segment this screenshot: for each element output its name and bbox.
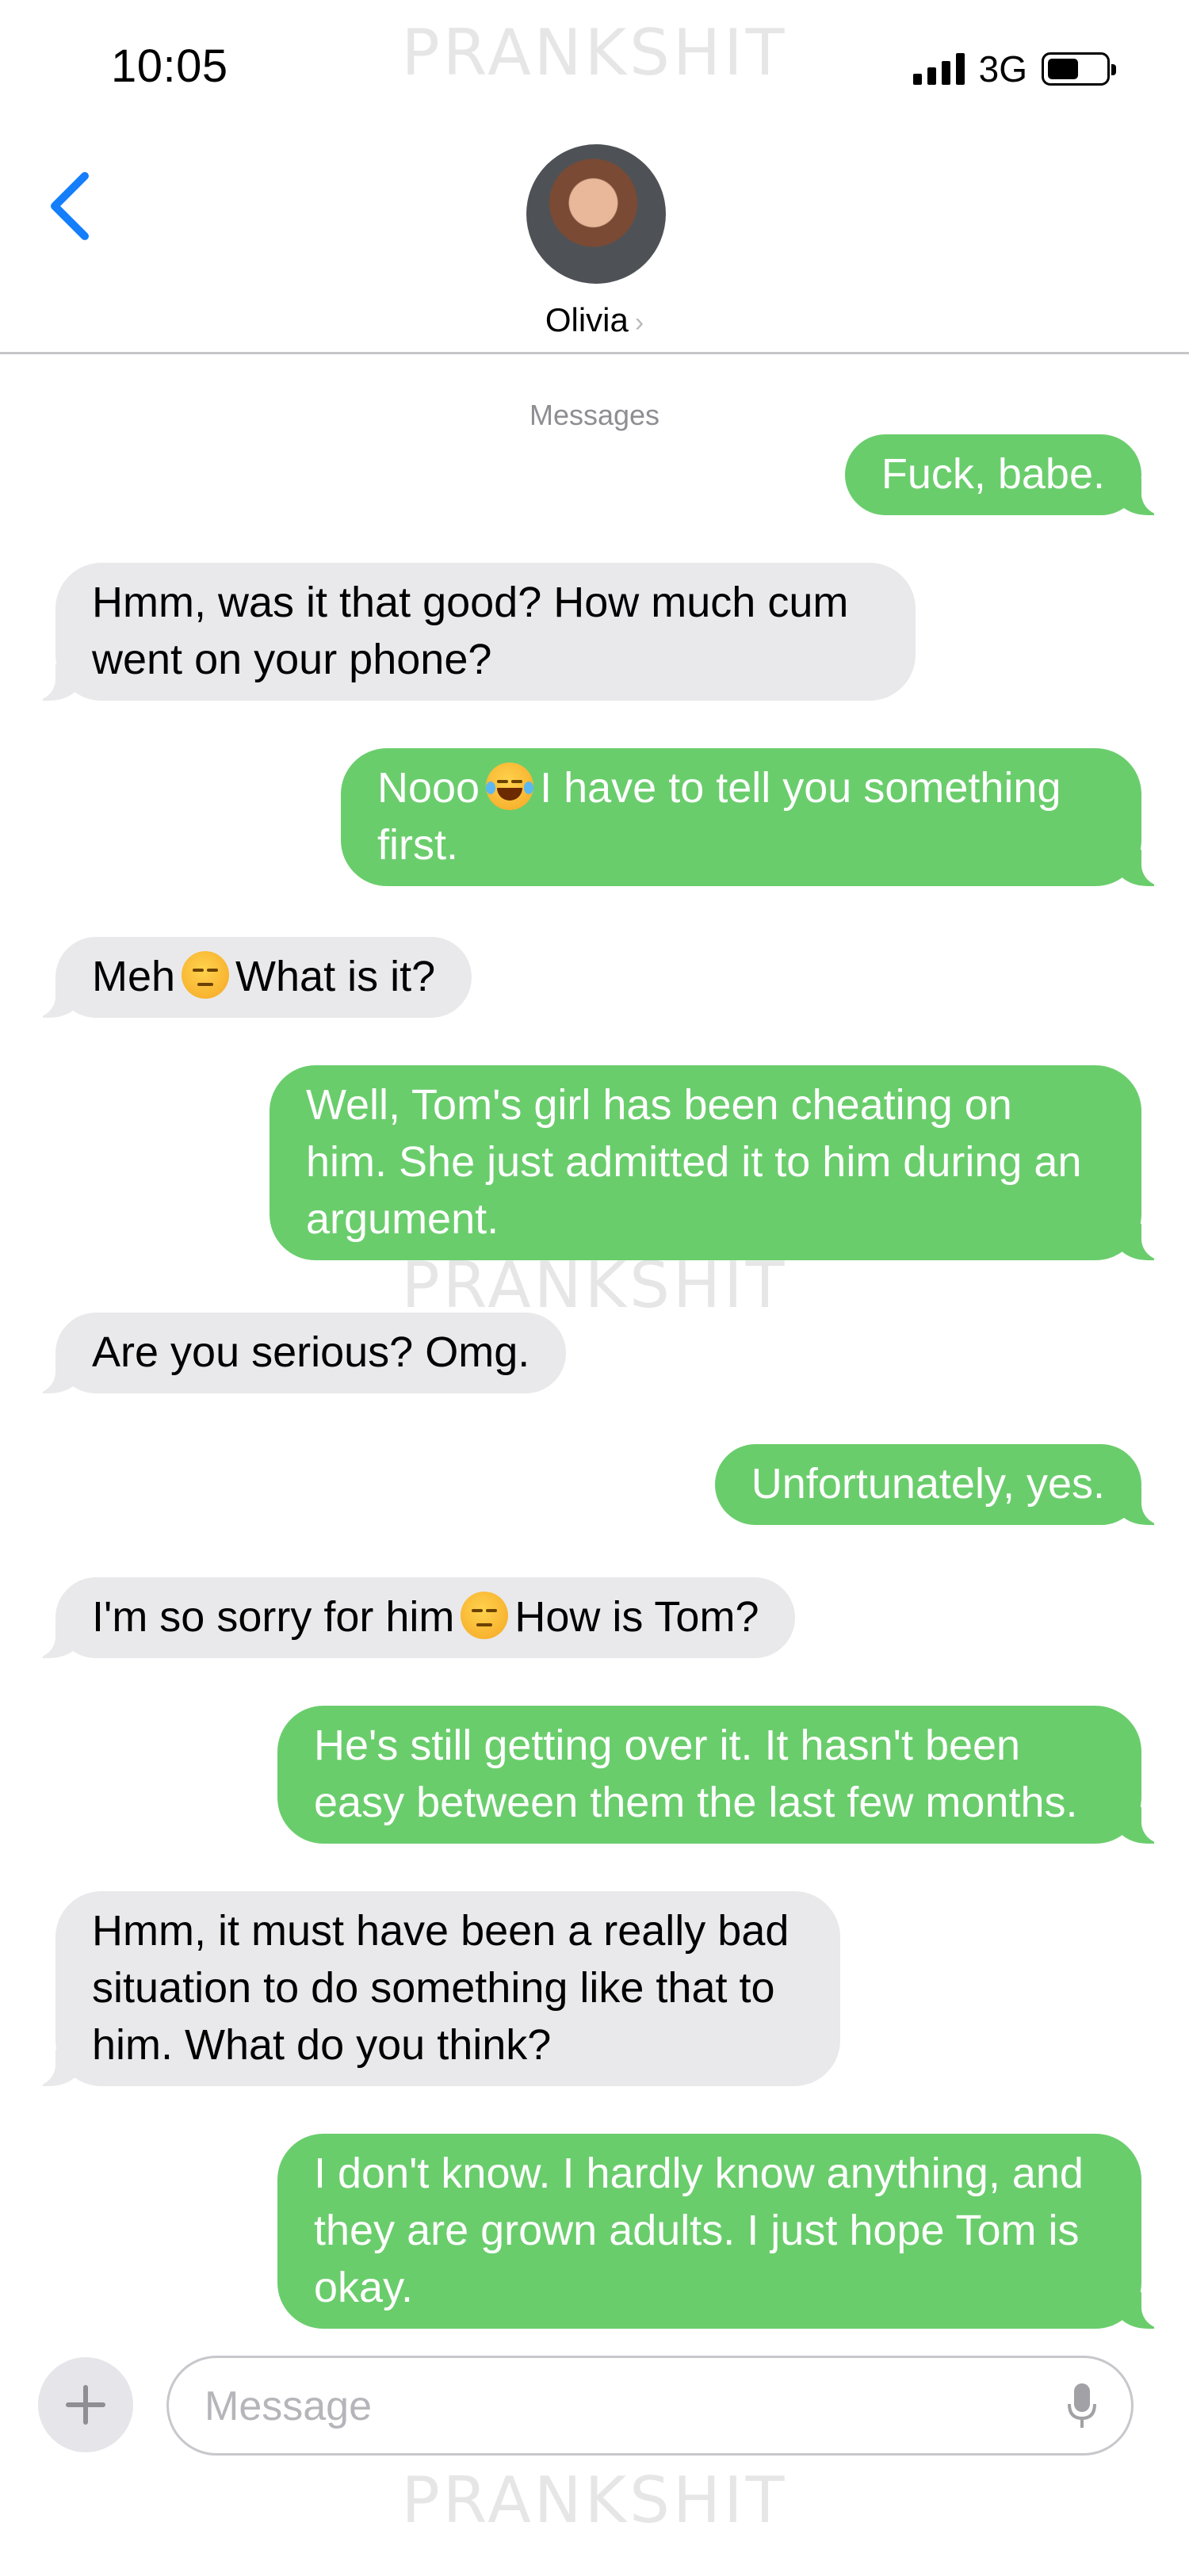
add-attachment-button[interactable]: [38, 2357, 133, 2452]
message-text: Fuck, babe.: [881, 450, 1105, 498]
header-divider: [0, 352, 1189, 354]
contact-name: Olivia: [545, 301, 629, 338]
message-text: Hmm, it must have been a really bad situ…: [92, 1907, 789, 2069]
message-input-container[interactable]: [166, 2356, 1134, 2456]
message-text: Unfortunately, yes.: [751, 1460, 1105, 1508]
message-bubble-outgoing[interactable]: I don't know. I hardly know anything, an…: [277, 2134, 1173, 2329]
contact-avatar[interactable]: [526, 144, 666, 284]
network-type: 3G: [978, 48, 1027, 90]
contact-name-button[interactable]: Olivia ›: [0, 301, 1189, 339]
message-bubble-outgoing[interactable]: Nooo I have to tell you something first.: [341, 748, 1173, 887]
plus-icon: [66, 2385, 105, 2425]
chevron-right-icon: ›: [634, 308, 644, 338]
pensive-face-icon: [182, 951, 230, 999]
pensive-face-icon: [461, 1592, 509, 1639]
face-with-tears-of-joy-icon: [486, 762, 534, 810]
message-text: Hmm, was it that good? How much cum went…: [92, 579, 849, 683]
message-text: Well, Tom's girl has been cheating on hi…: [306, 1081, 1082, 1243]
message-text: Meh: [92, 953, 176, 1000]
microphone-icon[interactable]: [1066, 2382, 1098, 2431]
battery-icon: [1042, 52, 1116, 86]
message-input[interactable]: [205, 2379, 997, 2434]
status-indicators: 3G: [912, 48, 1116, 90]
message-bubble-outgoing[interactable]: Well, Tom's girl has been cheating on hi…: [270, 1065, 1173, 1261]
cellular-signal-icon: [912, 53, 965, 85]
message-text: I don't know. I hardly know anything, an…: [314, 2150, 1084, 2311]
message-text: Nooo: [377, 764, 480, 812]
message-bubble-incoming[interactable]: Hmm, it must have been a really bad situ…: [24, 1891, 840, 2087]
message-bubble-incoming[interactable]: Are you serious? Omg.: [23, 1313, 567, 1394]
message-bubble-outgoing[interactable]: Fuck, babe.: [844, 434, 1174, 516]
message-text: He's still getting over it. It hasn't be…: [314, 1722, 1078, 1826]
message-text: I have to tell you something first.: [377, 764, 1061, 869]
message-text: What is it?: [235, 953, 436, 1000]
status-time: 10:05: [111, 40, 228, 92]
message-bubble-outgoing[interactable]: He's still getting over it. It hasn't be…: [277, 1706, 1173, 1844]
chevron-left-icon: [51, 172, 89, 240]
message-text: I'm so sorry for him: [92, 1593, 455, 1641]
service-label: Messages: [529, 399, 660, 431]
message-text: Are you serious? Omg.: [92, 1328, 530, 1376]
message-bubble-incoming[interactable]: Meh What is it?: [23, 937, 472, 1019]
message-text: How is Tom?: [514, 1593, 759, 1641]
imessage-screen: 10:05 3G PRANKSHIT PRANKSHIT PRANKSHIT O…: [0, 0, 1189, 2576]
message-bubble-incoming[interactable]: Hmm, was it that good? How much cum went…: [24, 563, 916, 701]
back-button[interactable]: [44, 166, 99, 246]
watermark: PRANKSHIT: [401, 2463, 788, 2537]
message-bubble-incoming[interactable]: I'm so sorry for him How is Tom?: [23, 1577, 796, 1659]
message-bubble-outgoing[interactable]: Unfortunately, yes.: [714, 1444, 1174, 1526]
